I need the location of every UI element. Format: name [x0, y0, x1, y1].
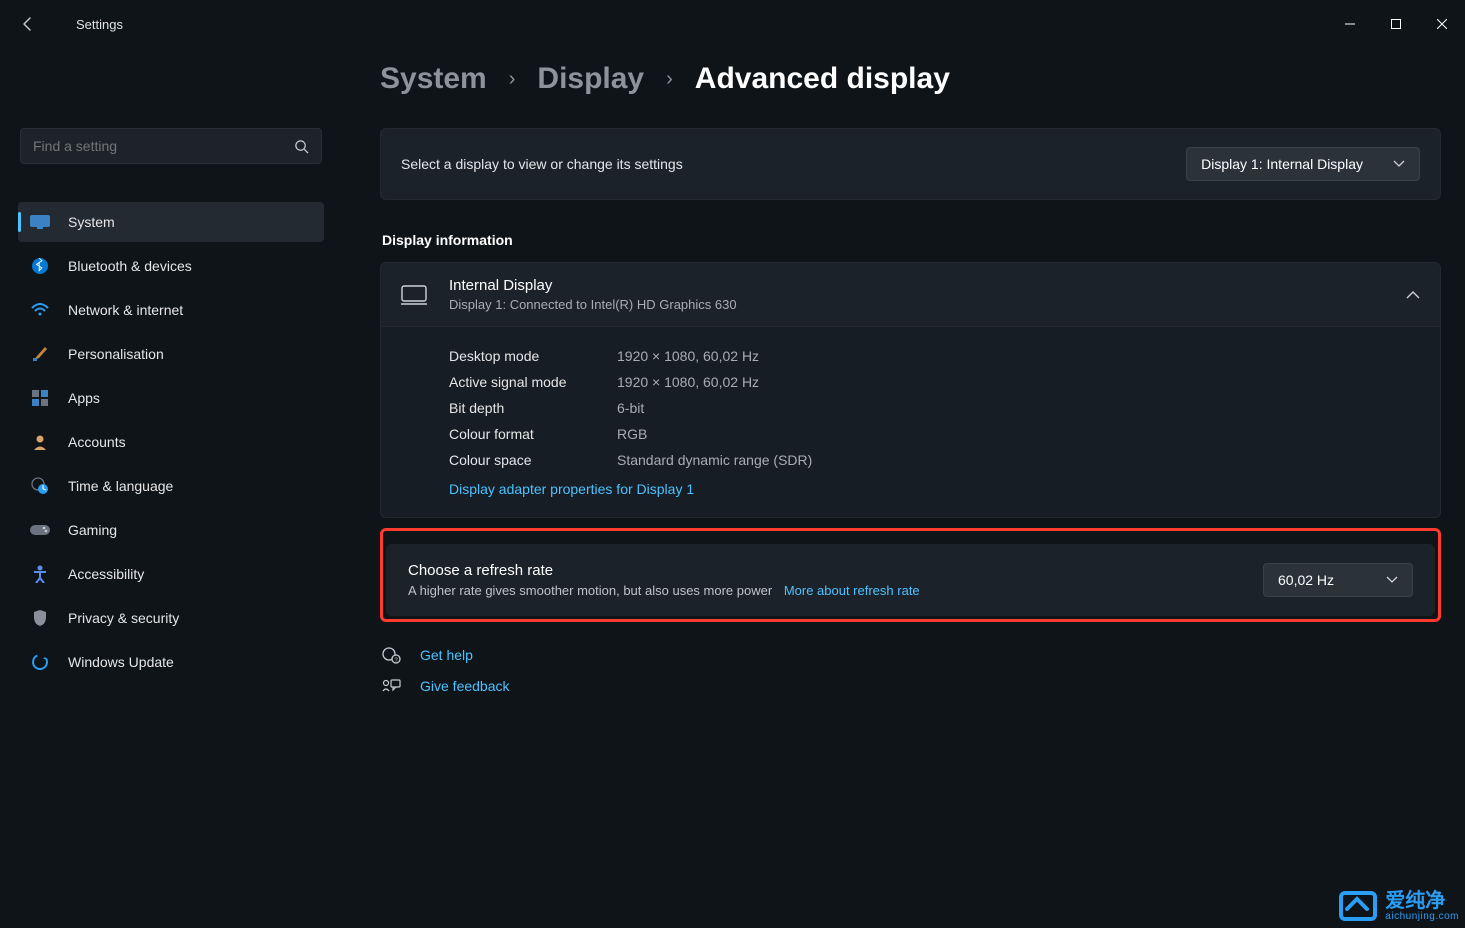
display-info-card: Internal Display Display 1: Connected to…: [380, 262, 1441, 518]
sidebar-item-label: Personalisation: [68, 346, 164, 362]
bluetooth-icon: [30, 256, 50, 276]
display-selector-value: Display 1: Internal Display: [1201, 156, 1363, 172]
chevron-right-icon: ›: [666, 68, 673, 91]
info-row-colour-format: Colour formatRGB: [449, 421, 1420, 447]
back-button[interactable]: [8, 4, 48, 44]
give-feedback-link[interactable]: Give feedback: [420, 678, 510, 694]
info-row-colour-space: Colour spaceStandard dynamic range (SDR): [449, 447, 1420, 473]
minimize-button[interactable]: [1327, 5, 1373, 43]
close-icon: [1437, 19, 1447, 29]
page-title: Advanced display: [695, 62, 950, 96]
monitor-icon: [30, 212, 50, 232]
sidebar-item-apps[interactable]: Apps: [18, 378, 324, 418]
highlight-annotation: Choose a refresh rate A higher rate give…: [380, 528, 1441, 622]
watermark-url: aichunjing.com: [1385, 912, 1459, 923]
select-display-prompt: Select a display to view or change its s…: [401, 156, 683, 172]
update-icon: [30, 652, 50, 672]
display-connection: Display 1: Connected to Intel(R) HD Grap…: [449, 297, 737, 312]
sidebar-item-bluetooth[interactable]: Bluetooth & devices: [18, 246, 324, 286]
sidebar-item-label: Time & language: [68, 478, 173, 494]
info-row-active-signal: Active signal mode1920 × 1080, 60,02 Hz: [449, 369, 1420, 395]
sidebar-item-system[interactable]: System: [18, 202, 324, 242]
display-selector-dropdown[interactable]: Display 1: Internal Display: [1186, 147, 1420, 181]
chevron-up-icon: [1406, 290, 1420, 299]
refresh-rate-description: A higher rate gives smoother motion, but…: [408, 583, 772, 598]
breadcrumb: System › Display › Advanced display: [380, 62, 950, 96]
wifi-icon: [30, 300, 50, 320]
refresh-rate-dropdown[interactable]: 60,02 Hz: [1263, 563, 1413, 597]
shield-icon: [30, 608, 50, 628]
chevron-down-icon: [1386, 576, 1398, 584]
watermark: 爱纯净 aichunjing.com: [1339, 891, 1459, 923]
give-feedback-row[interactable]: Give feedback: [380, 678, 1441, 694]
refresh-rate-card: Choose a refresh rate A higher rate give…: [386, 544, 1435, 616]
apps-icon: [30, 388, 50, 408]
clock-globe-icon: [30, 476, 50, 496]
maximize-button[interactable]: [1373, 5, 1419, 43]
display-info-header[interactable]: Internal Display Display 1: Connected to…: [381, 263, 1440, 326]
paintbrush-icon: [30, 344, 50, 364]
breadcrumb-system[interactable]: System: [380, 62, 487, 96]
refresh-rate-more-link[interactable]: More about refresh rate: [784, 583, 920, 598]
chevron-down-icon: [1393, 160, 1405, 168]
watermark-text: 爱纯净: [1385, 891, 1459, 912]
sidebar-item-label: Accessibility: [68, 566, 144, 582]
sidebar-item-label: Privacy & security: [68, 610, 179, 626]
person-icon: [30, 432, 50, 452]
display-info-body: Desktop mode1920 × 1080, 60,02 Hz Active…: [381, 326, 1440, 517]
arrow-left-icon: [20, 16, 36, 32]
info-row-desktop-mode: Desktop mode1920 × 1080, 60,02 Hz: [449, 343, 1420, 369]
window-controls: [1327, 5, 1465, 43]
sidebar-item-time-language[interactable]: Time & language: [18, 466, 324, 506]
feedback-icon: [380, 678, 402, 694]
main-content: Select a display to view or change its s…: [332, 128, 1465, 928]
sidebar: System Bluetooth & devices Network & int…: [0, 128, 332, 928]
sidebar-item-label: Windows Update: [68, 654, 174, 670]
sidebar-item-privacy[interactable]: Privacy & security: [18, 598, 324, 638]
get-help-row[interactable]: ? Get help: [380, 646, 1441, 664]
gamepad-icon: [30, 520, 50, 540]
sidebar-item-label: Network & internet: [68, 302, 183, 318]
titlebar: Settings: [0, 0, 1465, 48]
info-row-bit-depth: Bit depth6-bit: [449, 395, 1420, 421]
sidebar-item-label: Accounts: [68, 434, 126, 450]
sidebar-item-network[interactable]: Network & internet: [18, 290, 324, 330]
help-icon: ?: [380, 646, 402, 664]
refresh-rate-title: Choose a refresh rate: [408, 562, 920, 579]
sidebar-item-accounts[interactable]: Accounts: [18, 422, 324, 462]
display-device-icon: [401, 285, 427, 305]
sidebar-item-label: Gaming: [68, 522, 117, 538]
sidebar-item-accessibility[interactable]: Accessibility: [18, 554, 324, 594]
select-display-panel: Select a display to view or change its s…: [380, 128, 1441, 200]
close-button[interactable]: [1419, 5, 1465, 43]
app-title: Settings: [76, 17, 123, 32]
display-name: Internal Display: [449, 277, 737, 294]
get-help-link[interactable]: Get help: [420, 647, 473, 663]
chevron-right-icon: ›: [509, 68, 516, 91]
search-box[interactable]: [20, 128, 322, 164]
adapter-properties-link[interactable]: Display adapter properties for Display 1: [449, 481, 694, 497]
sidebar-item-label: Bluetooth & devices: [68, 258, 192, 274]
sidebar-item-windows-update[interactable]: Windows Update: [18, 642, 324, 682]
sidebar-item-label: Apps: [68, 390, 100, 406]
accessibility-icon: [30, 564, 50, 584]
section-display-information: Display information: [382, 232, 1441, 248]
maximize-icon: [1391, 19, 1401, 29]
sidebar-item-personalisation[interactable]: Personalisation: [18, 334, 324, 374]
refresh-rate-value: 60,02 Hz: [1278, 572, 1334, 588]
search-input[interactable]: [33, 138, 294, 154]
watermark-logo-icon: [1339, 891, 1377, 921]
breadcrumb-display[interactable]: Display: [537, 62, 644, 96]
sidebar-item-label: System: [68, 214, 115, 230]
search-icon: [294, 139, 309, 154]
minimize-icon: [1345, 19, 1355, 29]
sidebar-item-gaming[interactable]: Gaming: [18, 510, 324, 550]
